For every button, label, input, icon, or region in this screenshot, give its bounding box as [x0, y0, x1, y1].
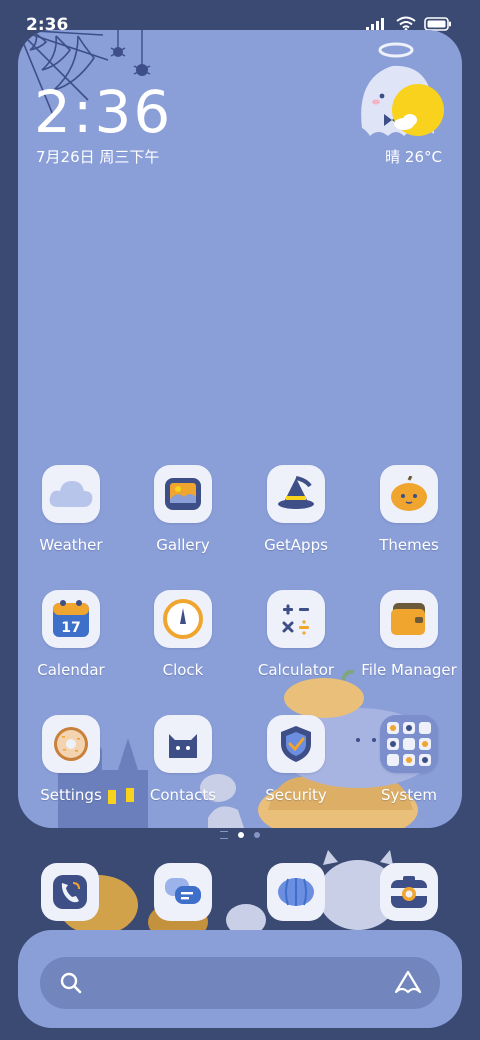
dock-browser[interactable]: [267, 863, 325, 921]
cloud-icon: [42, 465, 100, 523]
menu-lines-icon: [220, 831, 228, 839]
app-label: Clock: [162, 661, 204, 679]
pumpkin-icon: [380, 465, 438, 523]
app-label: Gallery: [156, 536, 210, 554]
calendar-day: 17: [61, 620, 80, 636]
page-dot-2[interactable]: [254, 832, 260, 838]
page-dot-1[interactable]: [238, 832, 244, 838]
cat-icon: [154, 715, 212, 773]
widget-date[interactable]: 7月26日 周三下午: [36, 146, 159, 167]
widget-clock[interactable]: 2:36: [34, 78, 172, 146]
phone-icon: [53, 875, 87, 909]
wifi-icon: [396, 16, 416, 31]
picture-icon: [154, 465, 212, 523]
app-label: Themes: [379, 536, 439, 554]
app-getapps[interactable]: GetApps: [240, 465, 352, 554]
ghost-sun-illustration: [361, 42, 444, 136]
app-calculator[interactable]: Calculator: [240, 590, 352, 679]
search-bar[interactable]: [40, 957, 440, 1009]
status-icons: [366, 16, 452, 31]
app-security[interactable]: Security: [240, 715, 352, 804]
assistant-icon[interactable]: [394, 970, 422, 996]
battery-icon: [424, 16, 451, 31]
dock-messages[interactable]: [154, 863, 212, 921]
witch-hat-icon: [267, 465, 325, 523]
app-gallery[interactable]: Gallery: [127, 465, 239, 554]
app-label: Weather: [39, 536, 103, 554]
page-indicator[interactable]: [0, 829, 480, 841]
folder-icon: [380, 590, 438, 648]
app-clock[interactable]: Clock: [127, 590, 239, 679]
app-folder-system[interactable]: System: [353, 715, 462, 804]
messages-icon: [165, 878, 201, 904]
signal-icon: [366, 17, 384, 31]
app-contacts[interactable]: Contacts: [127, 715, 239, 804]
app-weather[interactable]: Weather: [18, 465, 127, 554]
app-label: Security: [265, 786, 327, 804]
app-label: Settings: [40, 786, 102, 804]
app-label: File Manager: [361, 661, 457, 679]
calendar-icon: 17: [42, 590, 100, 648]
app-themes[interactable]: Themes: [353, 465, 462, 554]
clock-icon: [154, 590, 212, 648]
browser-icon: [278, 878, 314, 906]
app-label: Contacts: [149, 786, 217, 804]
app-label: System: [381, 786, 437, 804]
camera-icon: [391, 876, 427, 908]
donut-icon: [42, 715, 100, 773]
search-icon[interactable]: [60, 972, 82, 994]
folder-grid-icon: [380, 715, 438, 773]
calculator-icon: [267, 590, 325, 648]
dock-camera[interactable]: [380, 863, 438, 921]
app-file-manager[interactable]: File Manager: [353, 590, 462, 679]
app-label: Calendar: [37, 661, 105, 679]
app-settings[interactable]: Settings: [18, 715, 127, 804]
search-widget: [18, 930, 462, 1028]
widget-weather[interactable]: 晴 26°C: [385, 146, 442, 167]
app-label: Calculator: [257, 661, 335, 679]
shield-icon: [267, 715, 325, 773]
app-label: GetApps: [264, 536, 328, 554]
dock-phone[interactable]: [41, 863, 99, 921]
home-screen-panel: 2:36 7月26日 周三下午 晴 26°C Weather Gallery G…: [18, 30, 462, 828]
app-calendar[interactable]: 17 Calendar: [18, 590, 127, 679]
